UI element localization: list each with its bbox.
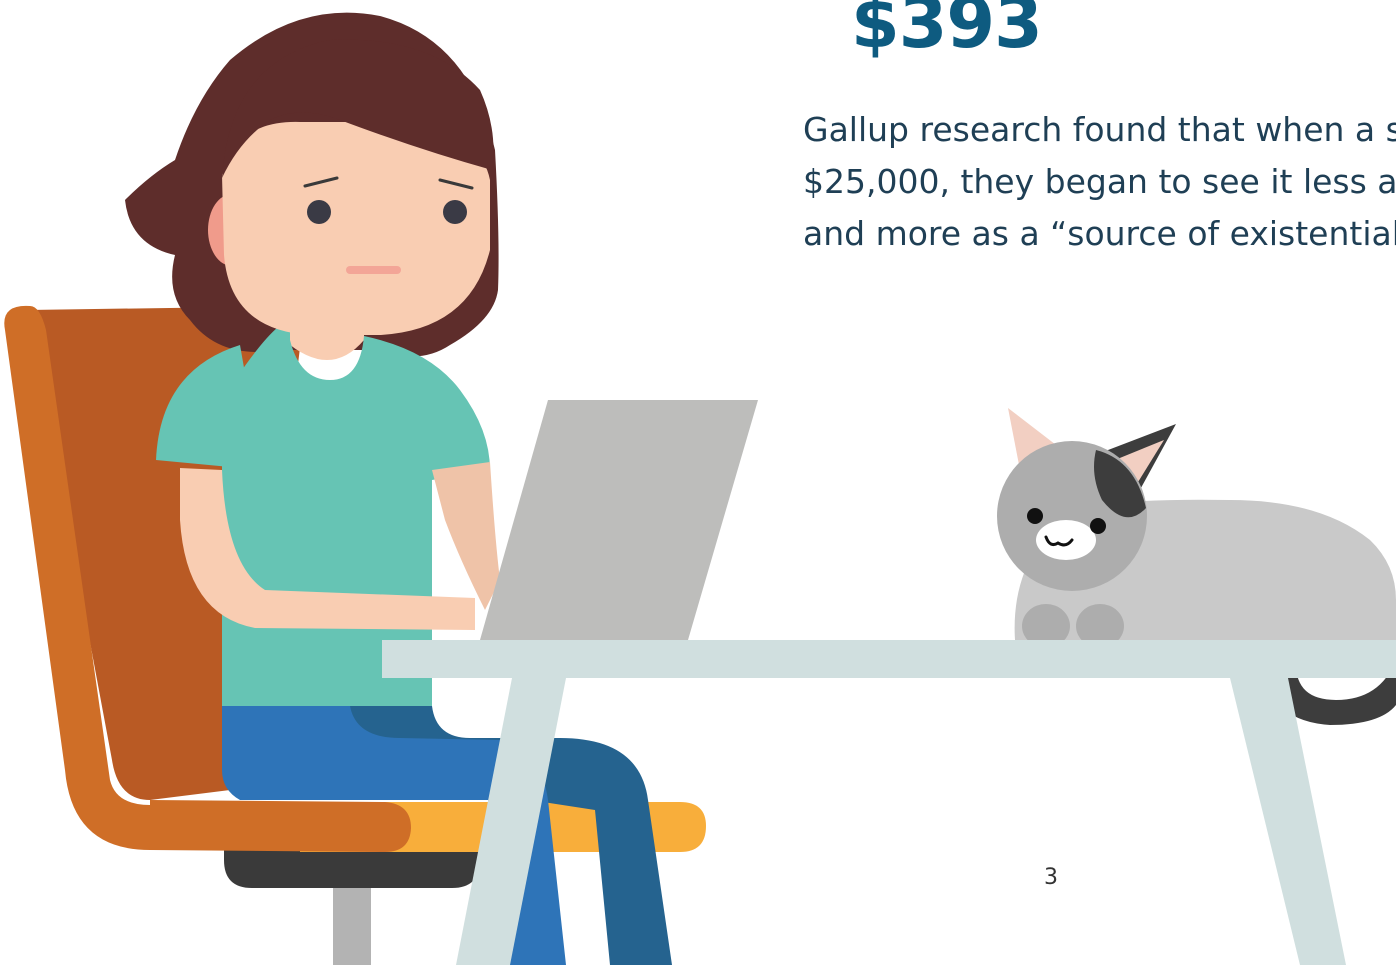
laptop-screen [480, 400, 758, 640]
eye-left [307, 200, 331, 224]
chair-front-bar [150, 800, 411, 852]
chair-stem [333, 880, 371, 965]
desk-top [382, 640, 1396, 678]
body-text: Gallup research found that when a st $25… [803, 110, 1396, 253]
page-number: 3 [1044, 865, 1058, 890]
arm-right [432, 462, 500, 610]
headline-amount: $393 [851, 0, 1043, 64]
cat-eye-left [1027, 508, 1043, 524]
eye-right [443, 200, 467, 224]
cat-eye-right [1090, 518, 1106, 534]
cat-muzzle [1036, 520, 1096, 560]
mouth [346, 266, 401, 274]
